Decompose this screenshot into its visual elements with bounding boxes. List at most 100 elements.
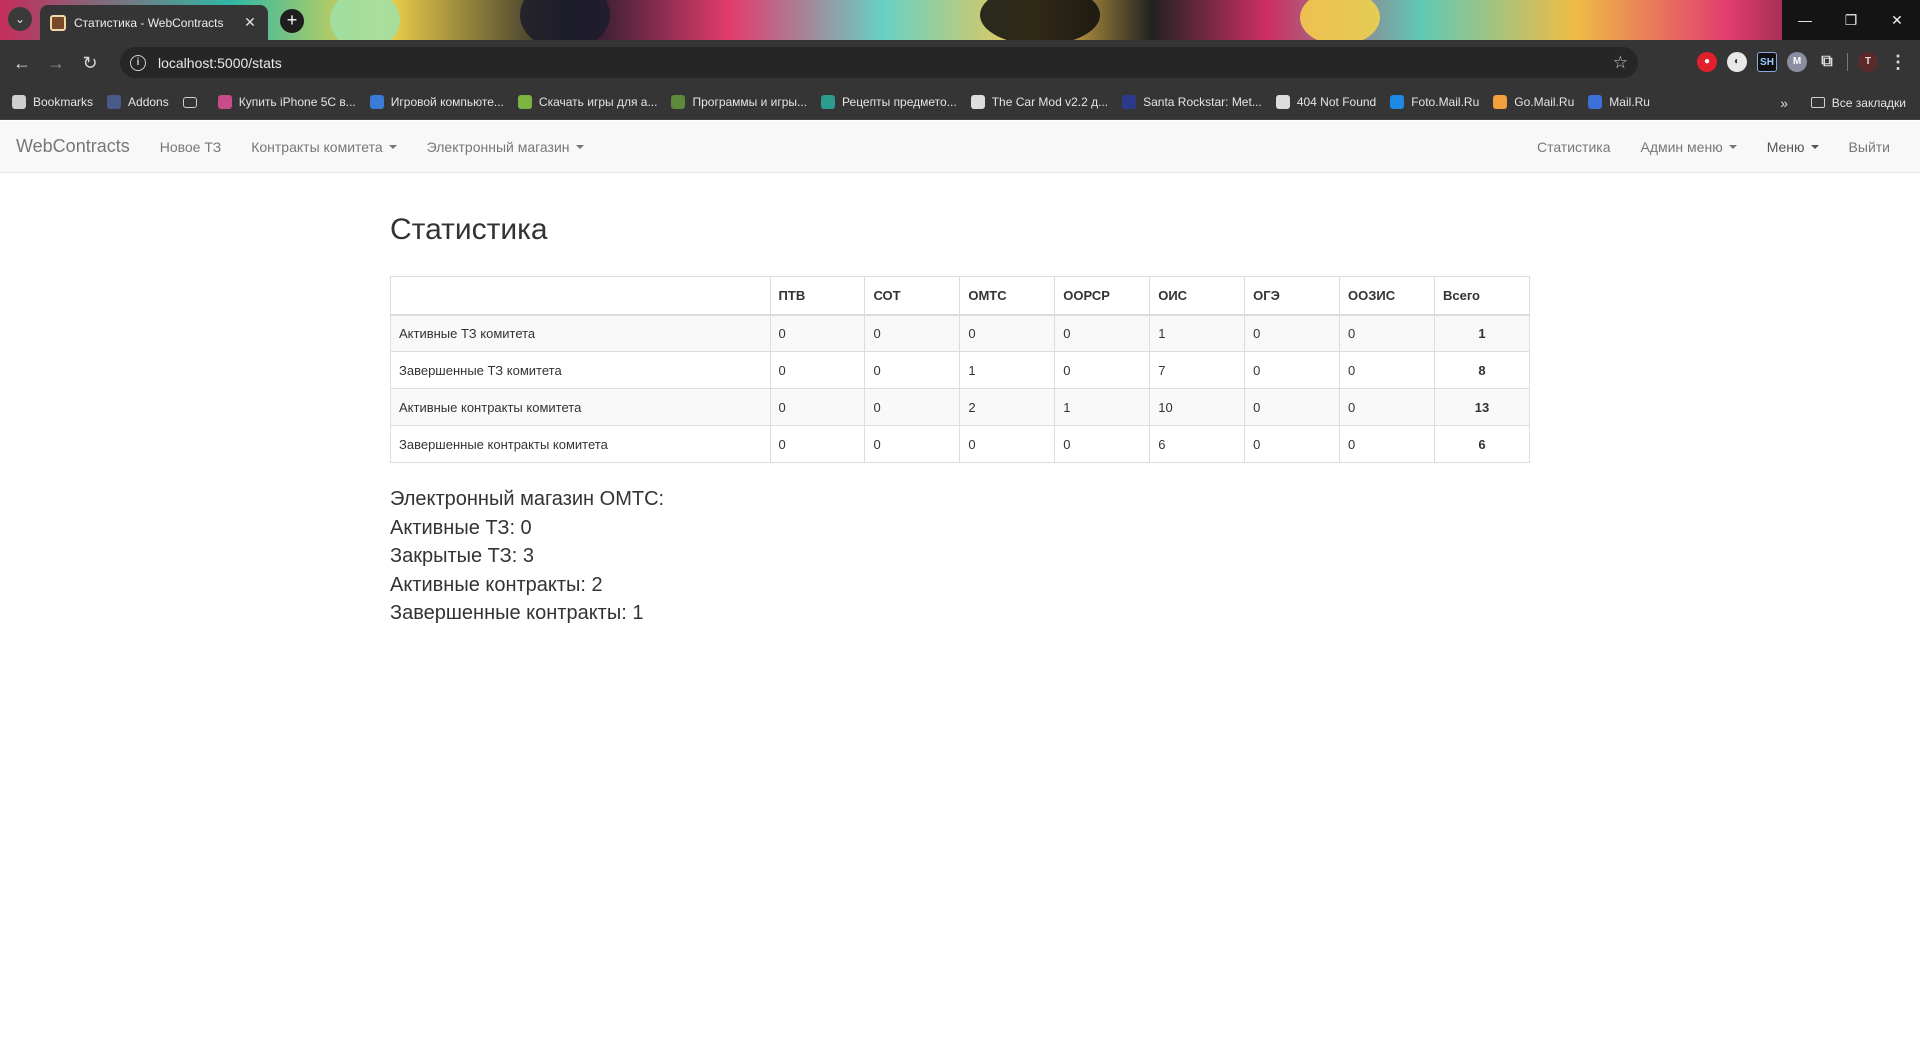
bookmark-star-icon[interactable]: ☆ bbox=[1613, 53, 1628, 73]
table-cell: 0 bbox=[864, 388, 961, 426]
nav-logout-label: Выйти bbox=[1848, 139, 1890, 155]
bookmark-label: Программы и игры... bbox=[692, 95, 808, 109]
table-cell: 0 bbox=[1244, 425, 1341, 463]
bookmark-item[interactable]: Рецепты предмето... bbox=[821, 95, 957, 109]
bookmark-label: 404 Not Found bbox=[1296, 95, 1377, 109]
toolbar-separator bbox=[1847, 53, 1848, 71]
table-cell: 0 bbox=[1054, 425, 1151, 463]
table-cell: 2 bbox=[959, 388, 1056, 426]
reload-icon[interactable]: ↻ bbox=[73, 46, 107, 80]
nav-admin-menu-dropdown[interactable]: Админ меню bbox=[1625, 139, 1751, 155]
bookmark-item[interactable]: Bookmarks bbox=[12, 95, 93, 109]
nav-new-tz[interactable]: Новое ТЗ bbox=[145, 139, 237, 155]
bookmark-item[interactable]: Foto.Mail.Ru bbox=[1390, 95, 1479, 109]
column-header: СОТ bbox=[864, 276, 961, 316]
minimize-icon[interactable]: — bbox=[1782, 0, 1828, 40]
forward-arrow-icon[interactable]: → bbox=[39, 46, 73, 80]
close-window-icon[interactable]: ✕ bbox=[1874, 0, 1920, 40]
tab-close-icon[interactable]: ✕ bbox=[242, 14, 258, 31]
table-cell: 1 bbox=[1149, 314, 1246, 352]
nav-eshop-label: Электронный магазин bbox=[426, 138, 570, 155]
table-cell: 0 bbox=[769, 388, 866, 426]
extension-cloud-icon[interactable]: ◐ bbox=[1727, 52, 1747, 72]
bookmark-folder[interactable] bbox=[182, 96, 204, 108]
back-arrow-icon[interactable]: ← bbox=[5, 46, 39, 80]
table-header-row: ПТВ СОТ ОМТС ООРСР ОИС ОГЭ ООЗИС Всего bbox=[390, 276, 1531, 316]
main-content: Статистика ПТВ СОТ ОМТС ООРСР ОИС ОГЭ ОО… bbox=[390, 173, 1531, 628]
table-cell: 0 bbox=[1244, 314, 1341, 352]
table-cell: 0 bbox=[959, 425, 1056, 463]
bookmark-item[interactable]: Игровой компьюте... bbox=[369, 95, 504, 109]
bookmark-item[interactable]: Go.Mail.Ru bbox=[1493, 95, 1574, 109]
eshop-summary: Электронный магазин ОМТС: Активные ТЗ: 0… bbox=[390, 485, 1530, 628]
new-tab-button[interactable]: + bbox=[280, 9, 304, 33]
app-navbar: WebContracts Новое ТЗ Контракты комитета… bbox=[0, 121, 1920, 173]
window-controls: — ❐ ✕ bbox=[1782, 0, 1920, 40]
row-label: Активные контракты комитета bbox=[390, 388, 771, 426]
all-bookmarks-button[interactable]: Все закладки bbox=[1810, 85, 1906, 120]
bookmark-label: Go.Mail.Ru bbox=[1514, 95, 1575, 109]
caret-down-icon bbox=[1810, 145, 1819, 149]
table-row: Активные контракты комитета 0 0 2 1 10 0… bbox=[390, 388, 1531, 426]
eshop-finished-contracts: Завершенные контракты: 1 bbox=[390, 602, 644, 624]
bookmark-favicon-icon bbox=[1275, 95, 1290, 109]
caret-down-icon bbox=[575, 144, 584, 149]
table-cell: 7 bbox=[1149, 351, 1246, 389]
bookmark-item[interactable]: The Car Mod v2.2 д... bbox=[970, 95, 1109, 109]
table-cell: 0 bbox=[1244, 388, 1341, 426]
column-header: ОИС bbox=[1149, 276, 1246, 316]
bookmark-label: Купить iPhone 5C в... bbox=[238, 95, 356, 109]
active-tab[interactable]: Статистика - WebContracts ✕ bbox=[40, 5, 268, 40]
bookmark-favicon-icon bbox=[369, 95, 384, 109]
address-bar[interactable]: i localhost:5000/stats ☆ bbox=[120, 47, 1638, 78]
nav-menu-dropdown[interactable]: Меню bbox=[1752, 139, 1834, 155]
bookmark-label: The Car Mod v2.2 д... bbox=[991, 95, 1109, 109]
bookmark-item[interactable]: Скачать игры для а... bbox=[517, 95, 658, 109]
restore-icon[interactable]: ❐ bbox=[1828, 0, 1874, 40]
table-cell: 10 bbox=[1149, 388, 1246, 426]
bookmark-item[interactable]: Купить iPhone 5C в... bbox=[217, 95, 356, 109]
table-cell: 0 bbox=[1244, 351, 1341, 389]
column-header: ОГЭ bbox=[1244, 276, 1341, 316]
nav-new-tz-label: Новое ТЗ bbox=[159, 138, 222, 155]
nav-committee-contracts-label: Контракты комитета bbox=[251, 138, 383, 155]
bookmark-label: Скачать игры для а... bbox=[538, 95, 658, 109]
bookmark-item[interactable]: Santa Rockstar: Met... bbox=[1122, 95, 1262, 109]
extensions-puzzle-icon[interactable]: ⧉ bbox=[1817, 52, 1837, 72]
bookmark-favicon-icon bbox=[821, 95, 836, 109]
nav-logout[interactable]: Выйти bbox=[1834, 139, 1905, 155]
brand-link[interactable]: WebContracts bbox=[0, 136, 145, 157]
profile-avatar[interactable]: T bbox=[1858, 52, 1878, 72]
site-info-icon[interactable]: i bbox=[130, 54, 146, 71]
table-cell: 6 bbox=[1149, 425, 1246, 463]
table-cell: 0 bbox=[1339, 425, 1435, 463]
browser-tab-strip: ⌄ Статистика - WebContracts ✕ + — ❐ ✕ bbox=[0, 0, 1920, 40]
table-cell: 0 bbox=[1339, 388, 1435, 426]
nav-eshop-dropdown[interactable]: Электронный магазин bbox=[412, 139, 599, 155]
nav-stats[interactable]: Статистика bbox=[1522, 139, 1626, 155]
browser-menu-icon[interactable]: ⋮ bbox=[1888, 52, 1908, 72]
caret-down-icon bbox=[388, 144, 397, 149]
bookmark-item[interactable]: Mail.Ru bbox=[1588, 95, 1650, 109]
column-header: Всего bbox=[1433, 276, 1531, 316]
extension-m-icon[interactable]: M bbox=[1787, 52, 1807, 72]
url-text[interactable]: localhost:5000/stats bbox=[158, 55, 1613, 71]
bookmark-item[interactable]: Addons bbox=[107, 95, 169, 109]
navbar-right: Статистика Админ меню Меню Выйти bbox=[1522, 121, 1905, 173]
bookmark-item[interactable]: Программы и игры... bbox=[671, 95, 807, 109]
bookmark-label: Bookmarks bbox=[33, 95, 94, 109]
extension-sh-icon[interactable]: SH bbox=[1757, 52, 1777, 72]
bookmark-label: Santa Rockstar: Met... bbox=[1143, 95, 1262, 109]
extension-red-icon[interactable]: ● bbox=[1697, 52, 1717, 72]
eshop-heading: Электронный магазин ОМТС: bbox=[390, 488, 665, 510]
nav-committee-contracts-dropdown[interactable]: Контракты комитета bbox=[236, 139, 411, 155]
table-cell: 0 bbox=[959, 314, 1056, 352]
bookmark-label: Mail.Ru bbox=[1609, 95, 1650, 109]
bookmark-favicon-icon bbox=[671, 95, 686, 109]
tab-search-button[interactable]: ⌄ bbox=[8, 7, 32, 31]
extensions-area: ● ◐ SH M ⧉ T ⋮ bbox=[1697, 46, 1908, 78]
table-cell: 0 bbox=[769, 314, 866, 352]
bookmark-label: Addons bbox=[128, 95, 169, 109]
bookmark-item[interactable]: 404 Not Found bbox=[1275, 95, 1377, 109]
more-bookmarks-icon[interactable]: » bbox=[1780, 85, 1788, 120]
